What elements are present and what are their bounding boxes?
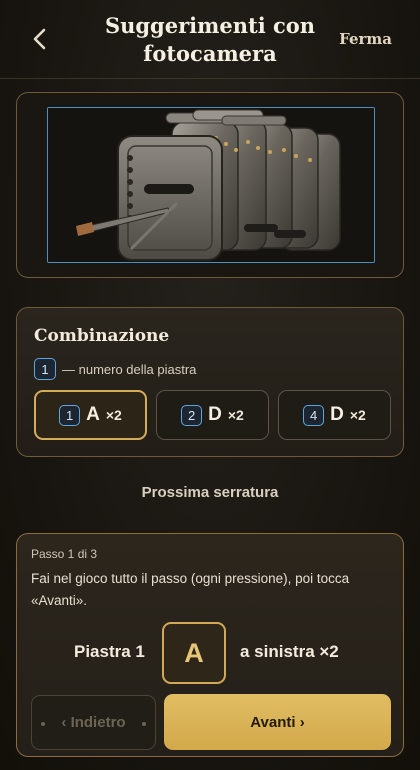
- next-button[interactable]: Avanti ›: [164, 694, 391, 750]
- lock-image-frame: [47, 107, 375, 263]
- combination-card: Combinazione 1 — numero della piastra 1 …: [16, 307, 404, 457]
- plate-number-badge: 1: [34, 358, 56, 380]
- combination-letter: D: [330, 404, 344, 425]
- step-action: Piastra 1 A a sinistra ×2: [17, 622, 405, 684]
- next-button-label: Avanti ›: [250, 713, 305, 731]
- combination-count: ×2: [227, 407, 244, 423]
- combination-item[interactable]: 1 A ×2: [34, 390, 147, 440]
- combination-list: 1 A ×2 2 D ×2 4 D ×2: [34, 390, 391, 440]
- stop-button[interactable]: Ferma: [339, 30, 392, 48]
- combination-item[interactable]: 2 D ×2: [156, 390, 269, 440]
- dot-icon: [142, 722, 146, 726]
- combination-legend: 1 — numero della piastra: [34, 358, 196, 380]
- plate-number-badge: 1: [59, 404, 81, 426]
- camera-preview-card: [16, 92, 404, 278]
- direction-label: a sinistra ×2: [240, 642, 339, 661]
- back-button[interactable]: [26, 24, 54, 54]
- combination-title: Combinazione: [34, 326, 170, 346]
- combination-count: ×2: [349, 407, 366, 423]
- step-card: Passo 1 di 3 Fai nel gioco tutto il pass…: [16, 533, 404, 757]
- combination-letter: D: [208, 404, 222, 425]
- plate-number-badge: 4: [303, 404, 325, 426]
- chevron-left-icon: [33, 28, 46, 50]
- plate-label: Piastra 1: [74, 642, 145, 661]
- page-title: Suggerimenti con fotocamera: [104, 13, 316, 66]
- combination-count: ×2: [105, 407, 122, 423]
- step-letter-box: A: [162, 622, 226, 684]
- plate-number-badge: 2: [181, 404, 203, 426]
- previous-button-label: ‹ Indietro: [61, 714, 126, 731]
- step-counter: Passo 1 di 3: [31, 547, 98, 561]
- next-lock-label: Prossima serratura: [141, 484, 279, 501]
- header-divider: [0, 78, 420, 79]
- combination-letter: A: [86, 404, 100, 425]
- dot-icon: [41, 722, 45, 726]
- legend-text: — numero della piastra: [62, 361, 197, 377]
- lock-mechanism-image: [48, 108, 374, 262]
- previous-button[interactable]: ‹ Indietro: [31, 695, 156, 750]
- combination-item[interactable]: 4 D ×2: [278, 390, 391, 440]
- step-instruction: Fai nel gioco tutto il passo (ogni press…: [31, 571, 350, 608]
- top-bar: Suggerimenti con fotocamera Ferma: [0, 0, 420, 79]
